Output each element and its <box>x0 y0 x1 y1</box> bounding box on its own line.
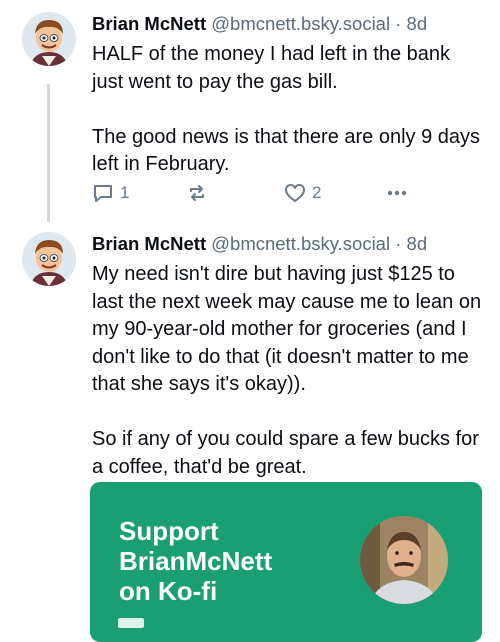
repost-button[interactable] <box>186 182 284 204</box>
more-options-button[interactable] <box>386 182 408 204</box>
post-text: My need isn't dire but having just $125 … <box>92 261 486 481</box>
more-options-icon <box>386 182 408 204</box>
author-handle[interactable]: @bmcnett.bsky.social <box>211 233 390 254</box>
kofi-cup-icon <box>118 618 144 628</box>
post-content: Brian McNett @bmcnett.bsky.social · 8d M… <box>92 232 486 481</box>
post-1[interactable]: Brian McNett @bmcnett.bsky.social · 8d H… <box>0 0 500 226</box>
post-text: HALF of the money I had left in the bank… <box>92 41 486 179</box>
author-avatar[interactable] <box>22 12 76 66</box>
post-age[interactable]: 8d <box>407 13 428 34</box>
kofi-card-title: Support BrianMcNett on Ko-fi <box>119 516 349 606</box>
thread-line <box>47 84 50 222</box>
kofi-title-line: BrianMcNett <box>119 546 273 576</box>
reply-count: 1 <box>120 183 130 202</box>
kofi-title-line: Support <box>119 516 219 546</box>
post-header: Brian McNett @bmcnett.bsky.social · 8d <box>92 232 486 256</box>
kofi-title-line: on Ko-fi <box>119 576 218 606</box>
post-age[interactable]: 8d <box>407 233 428 254</box>
author-name[interactable]: Brian McNett <box>92 13 206 34</box>
post-paragraph: The good news is that there are only 9 d… <box>92 125 481 176</box>
author-avatar[interactable] <box>22 232 76 286</box>
post-content: Brian McNett @bmcnett.bsky.social · 8d H… <box>92 12 486 179</box>
post-actions: 1 2 <box>92 180 408 206</box>
reply-button[interactable]: 1 <box>92 182 186 204</box>
heart-icon <box>284 182 306 204</box>
like-count: 2 <box>312 183 322 202</box>
author-handle[interactable]: @bmcnett.bsky.social <box>211 13 390 34</box>
post-paragraph: HALF of the money I had left in the bank… <box>92 43 450 93</box>
post-header: Brian McNett @bmcnett.bsky.social · 8d <box>92 12 486 36</box>
separator-dot: · <box>395 13 402 34</box>
repost-icon <box>186 182 208 204</box>
post-paragraph: So if any of you could spare a few bucks… <box>92 428 479 478</box>
like-button[interactable]: 2 <box>284 182 378 204</box>
author-name[interactable]: Brian McNett <box>92 233 206 254</box>
kofi-profile-photo <box>360 516 448 604</box>
post-paragraph: My need isn't dire but having just $125 … <box>92 263 482 395</box>
reply-icon <box>92 182 114 204</box>
kofi-link-card[interactable]: Support BrianMcNett on Ko-fi <box>90 482 482 642</box>
separator-dot: · <box>395 233 402 254</box>
